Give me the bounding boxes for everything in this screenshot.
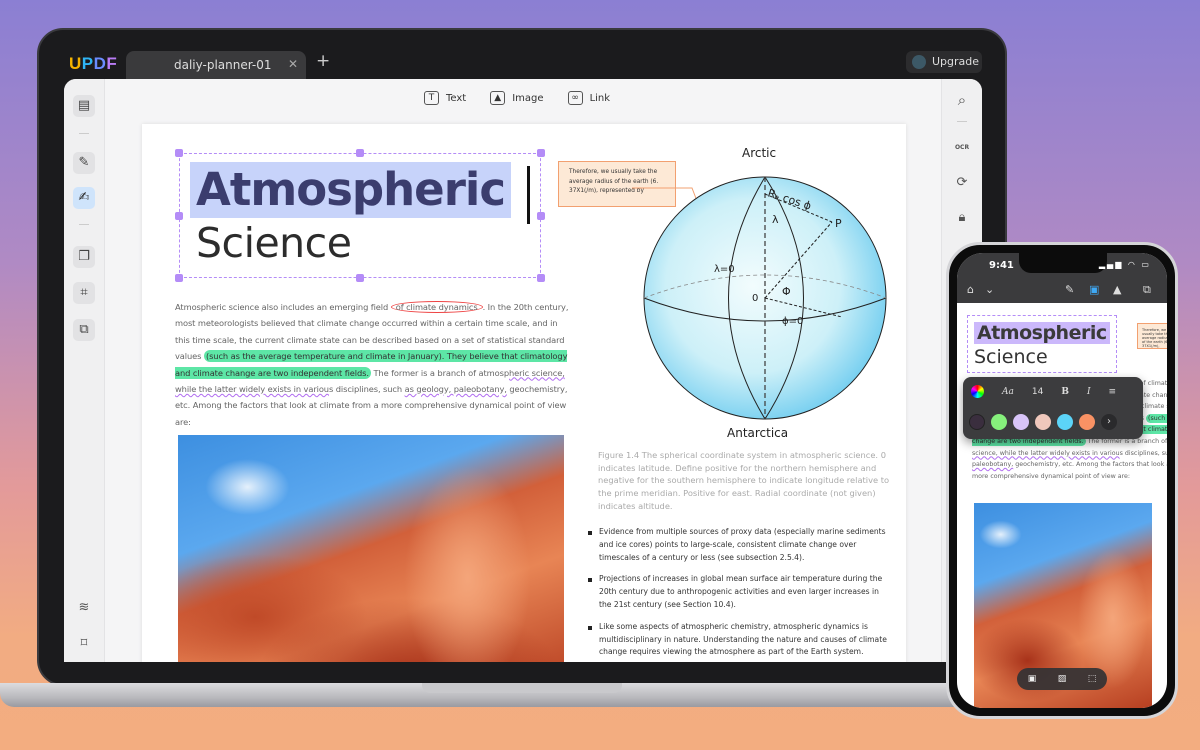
sticky-note[interactable]: Therefore, we usually take the average r… (1137, 323, 1167, 349)
status-time: 9:41 (989, 260, 1014, 271)
list-item: Projections of increases in global mean … (588, 573, 888, 611)
title-line-2[interactable]: Science (196, 218, 352, 268)
list-item: Like some aspects of atmospheric chemist… (588, 621, 888, 659)
font-size-button[interactable]: 14 (1032, 387, 1043, 397)
app-window: ▤ ✎ ✍ ❐ ⌗ ⧉ ≋ ⌑ T Text ▲ Image ∞ Link ⌕ OCR… (64, 79, 982, 662)
close-tab-icon[interactable]: ✕ (288, 57, 298, 71)
point-p-label: P (835, 217, 842, 230)
origin-label: 0 (752, 293, 758, 304)
resize-handle[interactable] (537, 212, 545, 220)
resize-handle[interactable] (175, 149, 183, 157)
convert-icon[interactable]: ⧉ (73, 319, 95, 341)
divider (79, 224, 89, 225)
updf-logo: UPDF (69, 54, 118, 73)
phone-toolbar: 9:41 ▂▄▆ ◠ ▭ ⌂ ⌄ ✎ ▣ ▲ ⧉ (957, 253, 1167, 303)
phi-zero-label: ϕ=0 (782, 316, 803, 327)
align-icon[interactable]: ≡ (1109, 387, 1117, 397)
color-wheel-icon[interactable] (971, 385, 984, 398)
text-format-popup: Aa 14 B I ≡ › (963, 377, 1143, 439)
lambda-label: λ (772, 213, 779, 226)
chevron-down-icon[interactable]: ⌄ (985, 283, 994, 296)
arctic-label: Arctic (742, 146, 776, 160)
select-tool-icon[interactable]: ⬚ (1088, 674, 1097, 684)
color-swatch[interactable] (1013, 414, 1029, 430)
layers-icon[interactable]: ≋ (73, 597, 95, 619)
title-line-1[interactable]: Atmospheric (974, 322, 1110, 344)
search-icon[interactable]: ⌕ (951, 89, 973, 111)
circled-annotation: of climate dynamics (390, 301, 483, 313)
figure-caption: Figure 1.4 The spherical coordinate syst… (598, 450, 890, 511)
resize-handle[interactable] (356, 274, 364, 282)
avatar (912, 55, 926, 69)
convert-file-icon[interactable]: ⟳ (951, 172, 973, 194)
link-icon: ∞ (567, 91, 583, 105)
phi-label: Φ (782, 285, 791, 298)
title-text-box[interactable]: Atmospheric Science (967, 315, 1117, 373)
title-line-2[interactable]: Science (974, 346, 1048, 368)
crop-icon[interactable]: ⌗ (73, 282, 95, 304)
text-cursor (527, 166, 530, 224)
color-swatch[interactable] (969, 414, 985, 430)
ocr-icon[interactable]: OCR (951, 137, 973, 159)
document-tab[interactable]: daliy-planner-01 ✕ (126, 51, 306, 79)
phone-notch (1019, 253, 1107, 273)
font-button[interactable]: Aa (1002, 387, 1014, 397)
reader-icon[interactable]: ▤ (73, 95, 95, 117)
add-text-button[interactable]: T Text (424, 91, 466, 105)
color-swatch[interactable] (1057, 414, 1073, 430)
bullet-list: Evidence from multiple sources of proxy … (588, 526, 888, 662)
resize-handle[interactable] (537, 274, 545, 282)
lambda-zero-label: λ=0 (714, 264, 735, 275)
resize-handle[interactable] (175, 212, 183, 220)
resize-handle[interactable] (175, 274, 183, 282)
squiggly-annotation: as geology, paleobotany, (404, 384, 507, 395)
comment-icon[interactable]: ✎ (73, 152, 95, 174)
title-bar: UPDF daliy-planner-01 ✕ + Upgrade (64, 45, 982, 79)
resize-handle[interactable] (356, 149, 364, 157)
edit-text-icon[interactable]: ▣ (1089, 283, 1099, 296)
more-colors-button[interactable]: › (1101, 414, 1117, 430)
body-paragraph[interactable]: Atmospheric science also includes an eme… (175, 299, 573, 430)
globe-diagram: Arctic Antarctica Rₑ cos ϕ λ P λ=0 0 Φ ϕ… (632, 146, 887, 440)
laptop-hinge (422, 683, 622, 693)
status-icons: ▂▄▆ ◠ ▭ (1098, 260, 1151, 269)
text-icon: T (424, 91, 439, 105)
add-image-button[interactable]: ▲ Image (490, 91, 544, 105)
image-icon: ▲ (490, 91, 506, 105)
divider (79, 133, 89, 134)
left-sidebar: ▤ ✎ ✍ ❐ ⌗ ⧉ ≋ ⌑ (64, 79, 105, 662)
bookmark-icon[interactable]: ⌑ (73, 633, 95, 655)
upgrade-button[interactable]: Upgrade (906, 51, 982, 73)
italic-button[interactable]: I (1087, 387, 1091, 397)
phone-mockup: 9:41 ▂▄▆ ◠ ▭ ⌂ ⌄ ✎ ▣ ▲ ⧉ Atmospheric Sci… (946, 242, 1178, 719)
divider (957, 121, 967, 122)
color-swatch[interactable] (1035, 414, 1051, 430)
pen-icon[interactable]: ✎ (1065, 283, 1074, 296)
phone-screen: 9:41 ▂▄▆ ◠ ▭ ⌂ ⌄ ✎ ▣ ▲ ⧉ Atmospheric Sci… (957, 253, 1167, 708)
color-swatch[interactable] (991, 414, 1007, 430)
home-icon[interactable]: ⌂ (967, 283, 974, 296)
organize-pages-icon[interactable]: ❐ (73, 246, 95, 268)
resize-handle[interactable] (537, 149, 545, 157)
pdf-page: Atmospheric Science Atmospheric science … (142, 124, 906, 662)
tab-title: daliy-planner-01 (174, 58, 272, 72)
text-tool-icon[interactable]: ▣ (1028, 674, 1037, 684)
color-swatch[interactable] (1079, 414, 1095, 430)
edit-toolbar: T Text ▲ Image ∞ Link (424, 91, 610, 105)
add-link-button[interactable]: ∞ Link (567, 91, 610, 105)
bold-button[interactable]: B (1061, 387, 1069, 397)
protect-file-icon[interactable]: 🔒︎ (951, 207, 973, 229)
edit-pdf-icon[interactable]: ✍ (73, 187, 95, 209)
title-text-box[interactable]: Atmospheric Science (175, 149, 545, 282)
bottom-tool-bar: ▣ ▨ ⬚ (1017, 668, 1107, 690)
antarctica-label: Antarctica (727, 426, 788, 440)
pages-icon[interactable]: ⧉ (1143, 283, 1151, 297)
image-edit-icon[interactable]: ▲ (1113, 283, 1121, 296)
upgrade-label: Upgrade (932, 55, 980, 68)
image-tool-icon[interactable]: ▨ (1058, 674, 1067, 684)
title-line-1[interactable]: Atmospheric (190, 162, 511, 218)
list-item: Evidence from multiple sources of proxy … (588, 526, 888, 564)
new-tab-button[interactable]: + (316, 51, 330, 71)
canyon-photo[interactable] (178, 435, 564, 662)
